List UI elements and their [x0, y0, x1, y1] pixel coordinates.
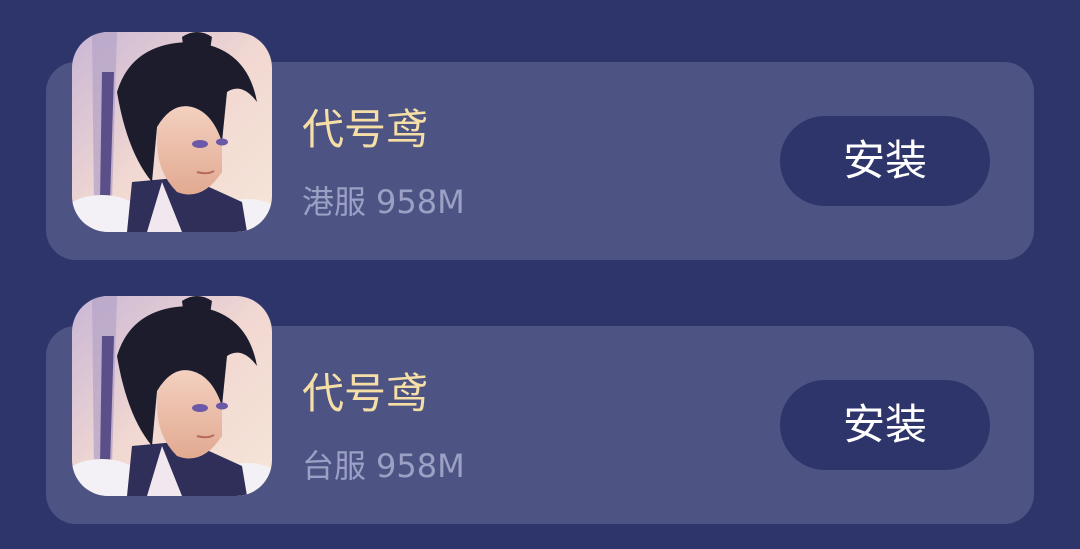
app-meta: 港服 958M	[302, 186, 465, 218]
app-size: 958M	[376, 447, 465, 485]
app-list: 代号鸢 港服 958M 安装 代号鸢 台服 958M 安装	[0, 0, 1080, 549]
install-button[interactable]: 安装	[780, 380, 990, 470]
game-character-icon[interactable]	[72, 32, 272, 232]
game-character-icon[interactable]	[72, 296, 272, 496]
app-meta: 台服 958M	[302, 450, 465, 482]
app-size: 958M	[376, 183, 465, 221]
app-region: 台服	[302, 447, 367, 485]
app-name: 代号鸢	[302, 105, 429, 154]
install-button[interactable]: 安装	[780, 116, 990, 206]
app-region: 港服	[302, 183, 367, 221]
app-name: 代号鸢	[302, 369, 429, 418]
